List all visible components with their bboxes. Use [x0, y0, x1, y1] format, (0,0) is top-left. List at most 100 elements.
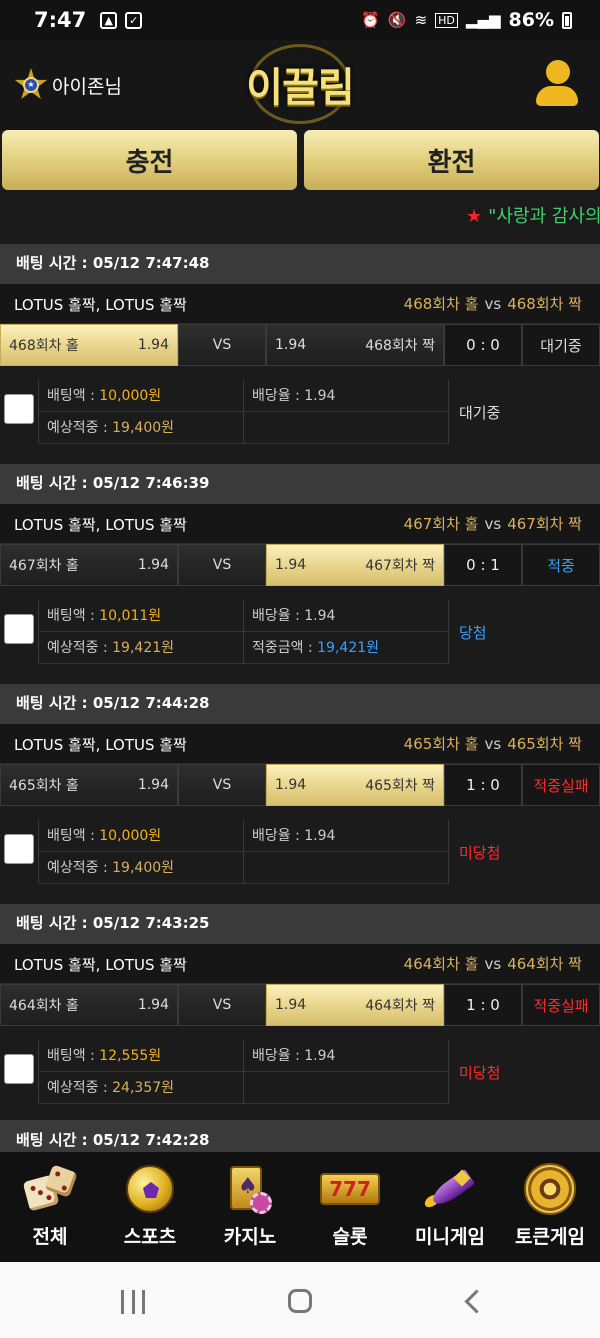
logo[interactable]: 이끌림 [230, 44, 370, 124]
bet-card: 배팅 시간 : 05/12 7:46:39 LOTUS 홀짝, LOTUS 홀짝… [0, 464, 600, 670]
status-bar: 7:47 ▲ ✓ ⏰ 🔇 ≋ HD ▂▄▆ 86% [0, 0, 600, 40]
bet-detail: 배팅액 : 10,000원 배당율 : 1.94 예상적중 : 19,400원 … [0, 366, 600, 450]
signal-icon: ▂▄▆ [465, 11, 501, 29]
status-time: 7:47 [34, 8, 87, 32]
exchange-button[interactable]: 환전 [304, 130, 599, 190]
bet-card: 배팅 시간 : 05/12 7:44:28 LOTUS 홀짝, LOTUS 홀짝… [0, 684, 600, 890]
pick-home-button[interactable]: 468회차 홀 1.94 [0, 324, 178, 366]
recent-apps-icon[interactable] [121, 1290, 145, 1314]
back-icon[interactable] [462, 1290, 482, 1314]
bet-checkbox[interactable] [4, 614, 34, 644]
tab-token-game[interactable]: 토큰게임 [500, 1152, 600, 1262]
wifi-icon: ≋ [414, 11, 428, 29]
matchup: 468회차 홀 vs 468회차 짝 [403, 295, 582, 313]
result-status: 적중실패 [522, 984, 600, 1026]
bet-amount: 배팅액 : 10,000원 [39, 820, 244, 852]
bet-status: 미당첨 [448, 820, 600, 884]
pick-away-button[interactable]: 1.94 465회차 짝 [266, 764, 444, 806]
status-notification-icons: ▲ ✓ [100, 11, 143, 29]
win-amount [244, 852, 449, 884]
bet-status: 대기중 [448, 380, 600, 444]
bet-detail: 배팅액 : 12,555원 배당율 : 1.94 예상적중 : 24,357원 … [0, 1026, 600, 1110]
bet-time: 배팅 시간 : 05/12 7:47:48 [0, 244, 600, 284]
expected-win: 예상적중 : 19,400원 [39, 852, 244, 884]
pick-home-button[interactable]: 467회차 홀 1.94 [0, 544, 178, 586]
vs-label: VS [178, 544, 266, 586]
game-name: LOTUS 홀짝, LOTUS 홀짝 [14, 516, 187, 534]
bet-detail: 배팅액 : 10,000원 배당율 : 1.94 예상적중 : 19,400원 … [0, 806, 600, 890]
pick-away-button[interactable]: 1.94 464회차 짝 [266, 984, 444, 1026]
bet-odds: 배당율 : 1.94 [244, 600, 449, 632]
bet-checkbox[interactable] [4, 1054, 34, 1084]
gallery-icon: ▲ [100, 11, 118, 29]
mute-icon: 🔇 [387, 11, 407, 29]
pick-home-button[interactable]: 465회차 홀 1.94 [0, 764, 178, 806]
status-right: ⏰ 🔇 ≋ HD ▂▄▆ 86% [361, 9, 572, 31]
tab-casino[interactable]: 카지노 [200, 1152, 300, 1262]
expected-win: 예상적중 : 19,421원 [39, 632, 244, 664]
pick-away-button[interactable]: 1.94 467회차 짝 [266, 544, 444, 586]
level-medal-icon: ★ [14, 68, 48, 102]
notice-ticker: ★ "사랑과 감사의 [0, 198, 600, 232]
bet-amount: 배팅액 : 10,000원 [39, 380, 244, 412]
pick-home-button[interactable]: 464회차 홀 1.94 [0, 984, 178, 1026]
tab-sports[interactable]: 스포츠 [100, 1152, 200, 1262]
score: 1 : 0 [444, 984, 522, 1026]
hd-voice-icon: HD [435, 12, 458, 28]
tab-slot[interactable]: 777 슬롯 [300, 1152, 400, 1262]
bet-odds: 배당율 : 1.94 [244, 1040, 449, 1072]
game-row: LOTUS 홀짝, LOTUS 홀짝 468회차 홀 vs 468회차 짝 [0, 284, 600, 324]
game-name: LOTUS 홀짝, LOTUS 홀짝 [14, 296, 187, 314]
result-status: 대기중 [522, 324, 600, 366]
battery-percent: 86% [508, 9, 554, 31]
casino-cards-icon [220, 1162, 280, 1216]
bet-status: 당첨 [448, 600, 600, 664]
star-icon: ★ [466, 206, 483, 227]
home-icon[interactable] [288, 1289, 312, 1313]
bottom-tab-bar: 전체 스포츠 카지노 777 슬롯 미니게임 토큰게임 [0, 1152, 600, 1262]
game-row: LOTUS 홀짝, LOTUS 홀짝 465회차 홀 vs 465회차 짝 [0, 724, 600, 764]
bet-checkbox[interactable] [4, 834, 34, 864]
bet-odds: 배당율 : 1.94 [244, 820, 449, 852]
bet-time: 배팅 시간 : 05/12 7:46:39 [0, 464, 600, 504]
result-status: 적중실패 [522, 764, 600, 806]
game-row: LOTUS 홀짝, LOTUS 홀짝 464회차 홀 vs 464회차 짝 [0, 944, 600, 984]
game-name: LOTUS 홀짝, LOTUS 홀짝 [14, 956, 187, 974]
app-root: 7:47 ▲ ✓ ⏰ 🔇 ≋ HD ▂▄▆ 86% ★ 아이존님 이끌림 충전 … [0, 0, 600, 1338]
bet-time: 배팅 시간 : 05/12 7:43:25 [0, 904, 600, 944]
tab-all[interactable]: 전체 [0, 1152, 100, 1262]
ticker-text: "사랑과 감사의 [488, 206, 600, 227]
pick-row: 464회차 홀 1.94 VS 1.94 464회차 짝 1 : 0 적중실패 [0, 984, 600, 1026]
tab-label: 슬롯 [332, 1226, 368, 1248]
bet-detail: 배팅액 : 10,011원 배당율 : 1.94 예상적중 : 19,421원 … [0, 586, 600, 670]
bet-time: 배팅 시간 : 05/12 7:44:28 [0, 684, 600, 724]
charge-button[interactable]: 충전 [2, 130, 297, 190]
dice-icon [20, 1162, 80, 1216]
tab-minigame[interactable]: 미니게임 [400, 1152, 500, 1262]
battery-icon [562, 11, 572, 29]
pick-row: 468회차 홀 1.94 VS 1.94 468회차 짝 0 : 0 대기중 [0, 324, 600, 366]
matchup: 467회차 홀 vs 467회차 짝 [403, 515, 582, 533]
app-header: ★ 아이존님 이끌림 [0, 40, 600, 130]
profile-icon[interactable] [534, 60, 580, 110]
bet-card: 배팅 시간 : 05/12 7:47:48 LOTUS 홀짝, LOTUS 홀짝… [0, 244, 600, 450]
check-icon: ✓ [125, 11, 143, 29]
roulette-icon [520, 1162, 580, 1216]
bet-odds: 배당율 : 1.94 [244, 380, 449, 412]
pick-away-button[interactable]: 1.94 468회차 짝 [266, 324, 444, 366]
matchup: 464회차 홀 vs 464회차 짝 [403, 955, 582, 973]
soccer-ball-icon [120, 1162, 180, 1216]
slot-777-icon: 777 [320, 1162, 380, 1216]
pick-row: 465회차 홀 1.94 VS 1.94 465회차 짝 1 : 0 적중실패 [0, 764, 600, 806]
user-info[interactable]: ★ 아이존님 [14, 68, 122, 102]
bet-checkbox[interactable] [4, 394, 34, 424]
win-amount [244, 1072, 449, 1104]
system-nav-bar [0, 1262, 600, 1338]
game-row: LOTUS 홀짝, LOTUS 홀짝 467회차 홀 vs 467회차 짝 [0, 504, 600, 544]
expected-win: 예상적중 : 19,400원 [39, 412, 244, 444]
expected-win: 예상적중 : 24,357원 [39, 1072, 244, 1104]
score: 0 : 1 [444, 544, 522, 586]
matchup: 465회차 홀 vs 465회차 짝 [403, 735, 582, 753]
alarm-icon: ⏰ [361, 11, 380, 29]
score: 1 : 0 [444, 764, 522, 806]
